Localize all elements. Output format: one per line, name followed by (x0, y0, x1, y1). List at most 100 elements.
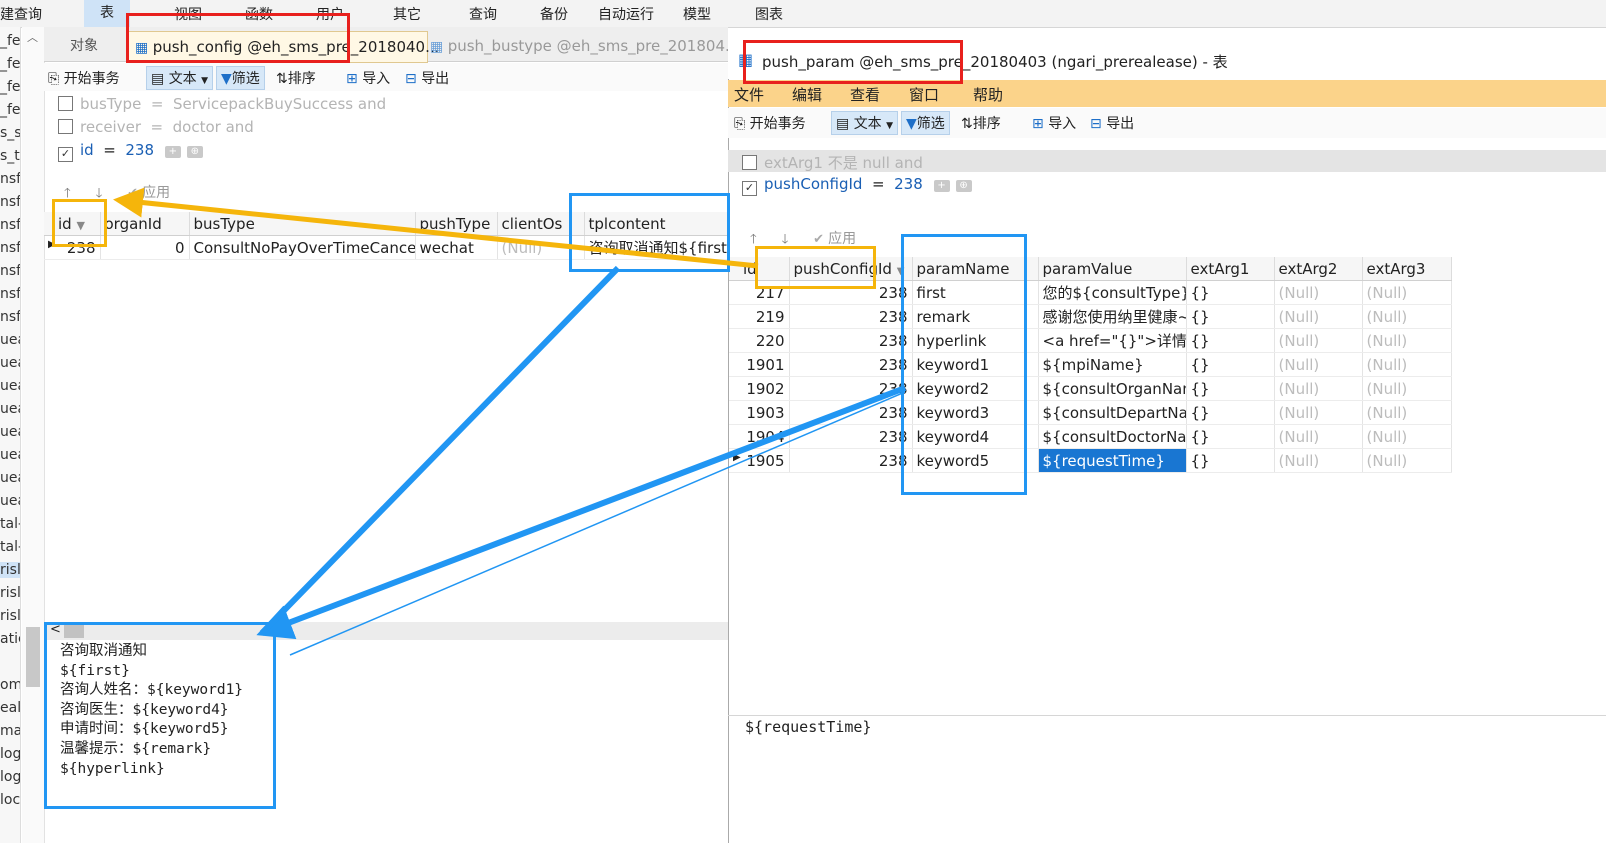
cell-paramvalue[interactable]: ${consultOrganName (1038, 376, 1187, 401)
column-header-extarg2[interactable]: extArg2 (1274, 257, 1363, 281)
column-header-paramvalue[interactable]: paramValue (1038, 257, 1187, 281)
cell-extarg3[interactable]: (Null) (1362, 280, 1452, 305)
menu-item-view[interactable]: 查看 (850, 84, 880, 105)
dropdown-icon[interactable]: ▼ (201, 76, 208, 86)
filter-checkbox[interactable] (58, 96, 73, 111)
object-list-item[interactable]: tal- (0, 539, 20, 555)
object-list-item[interactable]: nsfe (0, 309, 20, 325)
menu-item-help[interactable]: 帮助 (973, 84, 1003, 105)
object-list-item[interactable]: uea (0, 332, 20, 348)
cell-extarg1[interactable]: {} (1186, 328, 1275, 353)
object-list-item[interactable]: nsfe (0, 286, 20, 302)
cell-extarg2[interactable]: (Null) (1274, 304, 1363, 329)
dropdown-icon[interactable]: ▼ (886, 121, 893, 131)
object-list-item[interactable]: om (0, 677, 20, 693)
move-down-icon[interactable]: 🡓 (782, 232, 789, 247)
object-list-item[interactable]: nsfe (0, 171, 20, 187)
table-row[interactable]: 1902 238 keyword2 ${consultOrganName {} … (729, 376, 1452, 401)
scrollbar-thumb[interactable] (26, 627, 40, 687)
object-list-scrollbar[interactable]: ︿ (22, 27, 45, 843)
cell-id[interactable]: 1904 (729, 424, 790, 449)
cell-pushconfigid[interactable]: 238 (789, 328, 913, 353)
filter-button[interactable]: ▼筛选 (901, 111, 950, 135)
object-list-item[interactable]: nsfe (0, 217, 20, 233)
cell-bustype[interactable]: ConsultNoPayOverTimeCancel (189, 235, 416, 260)
paramvalue-memo[interactable]: ${requestTime} (745, 718, 871, 736)
cell-extarg1[interactable]: {} (1186, 448, 1275, 473)
object-list-item[interactable]: _fe (0, 33, 20, 49)
cell-paramvalue[interactable]: ${consultDepartName (1038, 400, 1187, 425)
cell-organid[interactable]: 0 (100, 235, 190, 260)
cell-extarg3[interactable]: (Null) (1362, 304, 1452, 329)
menu-item-edit[interactable]: 编辑 (792, 84, 822, 105)
cell-pushconfigid[interactable]: 238 (789, 304, 913, 329)
apply-button[interactable]: 应用 (828, 231, 856, 247)
filter-checkbox[interactable] (742, 155, 757, 170)
table-row[interactable]: 1901 238 keyword1 ${mpiName} {} (Null) (… (729, 352, 1452, 377)
object-list-item[interactable]: ealt (0, 700, 20, 716)
import-button[interactable]: ⊞ 导入 (1032, 113, 1076, 133)
table-row[interactable]: ▶ 1905 238 keyword5 ${requestTime} {} (Nu… (729, 448, 1452, 473)
object-list-item[interactable]: uea (0, 493, 20, 509)
menu-item-other[interactable]: 其它 (393, 4, 421, 24)
cell-paramvalue[interactable]: 感谢您使用纳里健康~ (1038, 304, 1187, 329)
cell-extarg1[interactable]: {} (1186, 352, 1275, 377)
object-list-item[interactable]: risl (0, 608, 20, 624)
object-list-item[interactable]: tal- (0, 516, 20, 532)
cell-extarg3[interactable]: (Null) (1362, 376, 1452, 401)
object-list-item[interactable]: s_sh (0, 125, 20, 141)
cell-extarg2[interactable]: (Null) (1274, 448, 1363, 473)
object-list-item[interactable]: uea (0, 470, 20, 486)
filter-button[interactable]: ▼筛选 (216, 66, 265, 90)
object-list-item[interactable]: nsfe (0, 194, 20, 210)
scroll-up-icon[interactable]: ︿ (27, 29, 38, 45)
cell-id[interactable]: 1903 (729, 400, 790, 425)
text-view-button[interactable]: ▤ 文本 ▼ (831, 111, 899, 135)
text-view-button[interactable]: ▤ 文本 ▼ (146, 66, 214, 90)
export-button[interactable]: ⊟ 导出 (1090, 113, 1134, 133)
object-list-item[interactable]: uea (0, 355, 20, 371)
cell-paramvalue[interactable]: ${mpiName} (1038, 352, 1187, 377)
add-condition-icon[interactable]: ⊕ (186, 146, 203, 158)
cell-extarg2[interactable]: (Null) (1274, 280, 1363, 305)
cell-extarg2[interactable]: (Null) (1274, 400, 1363, 425)
table-row[interactable]: 1904 238 keyword4 ${consultDoctorName {}… (729, 424, 1452, 449)
object-list-item[interactable]: risl (0, 562, 20, 578)
add-condition-icon[interactable]: ⊕ (955, 180, 972, 192)
menu-item-automation[interactable]: 自动运行 (598, 4, 654, 24)
cell-paramvalue-selected[interactable]: ${requestTime} (1038, 448, 1187, 473)
menu-item-model[interactable]: 模型 (683, 4, 711, 24)
object-list-item[interactable]: loc (0, 792, 20, 808)
cell-pushconfigid[interactable]: 238 (789, 400, 913, 425)
move-up-icon[interactable]: 🡑 (750, 232, 757, 247)
cell-id[interactable]: 220 (729, 328, 790, 353)
object-list-item[interactable]: uea (0, 401, 20, 417)
cell-id[interactable]: 1901 (729, 352, 790, 377)
object-list-item[interactable]: _fe (0, 102, 20, 118)
object-list-item[interactable]: risl (0, 585, 20, 601)
cell-extarg2[interactable]: (Null) (1274, 328, 1363, 353)
object-list-item[interactable]: _fe (0, 79, 20, 95)
cell-id[interactable]: 1902 (729, 376, 790, 401)
add-filter-icon[interactable]: + (933, 180, 950, 192)
cell-extarg3[interactable]: (Null) (1362, 424, 1452, 449)
object-list-item[interactable]: nsfe (0, 240, 20, 256)
add-filter-icon[interactable]: + (164, 146, 181, 158)
cell-pushconfigid[interactable]: 238 (789, 448, 913, 473)
tab-objects[interactable]: 对象 (70, 31, 98, 61)
menu-item-chart[interactable]: 图表 (755, 4, 783, 24)
object-list-item[interactable]: log (0, 746, 20, 762)
cell-extarg1[interactable]: {} (1186, 304, 1275, 329)
cell-pushconfigid[interactable]: 238 (789, 424, 913, 449)
object-list-item[interactable]: mar (0, 723, 20, 739)
cell-paramvalue[interactable]: <a href="{}">详情</a (1038, 328, 1187, 353)
filter-checkbox-checked[interactable]: ✓ (58, 147, 73, 162)
object-list-item[interactable]: s_te (0, 148, 20, 164)
column-header-extarg1[interactable]: extArg1 (1186, 257, 1275, 281)
column-header-pushtype[interactable]: pushType (415, 212, 498, 236)
object-list-item[interactable]: log (0, 769, 20, 785)
cell-id[interactable]: ▶ 1905 (729, 448, 790, 473)
menu-item-table[interactable]: 表 (84, 0, 130, 27)
menu-item-new-query[interactable]: 建查询 (0, 4, 42, 24)
object-list-item[interactable]: uea (0, 424, 20, 440)
